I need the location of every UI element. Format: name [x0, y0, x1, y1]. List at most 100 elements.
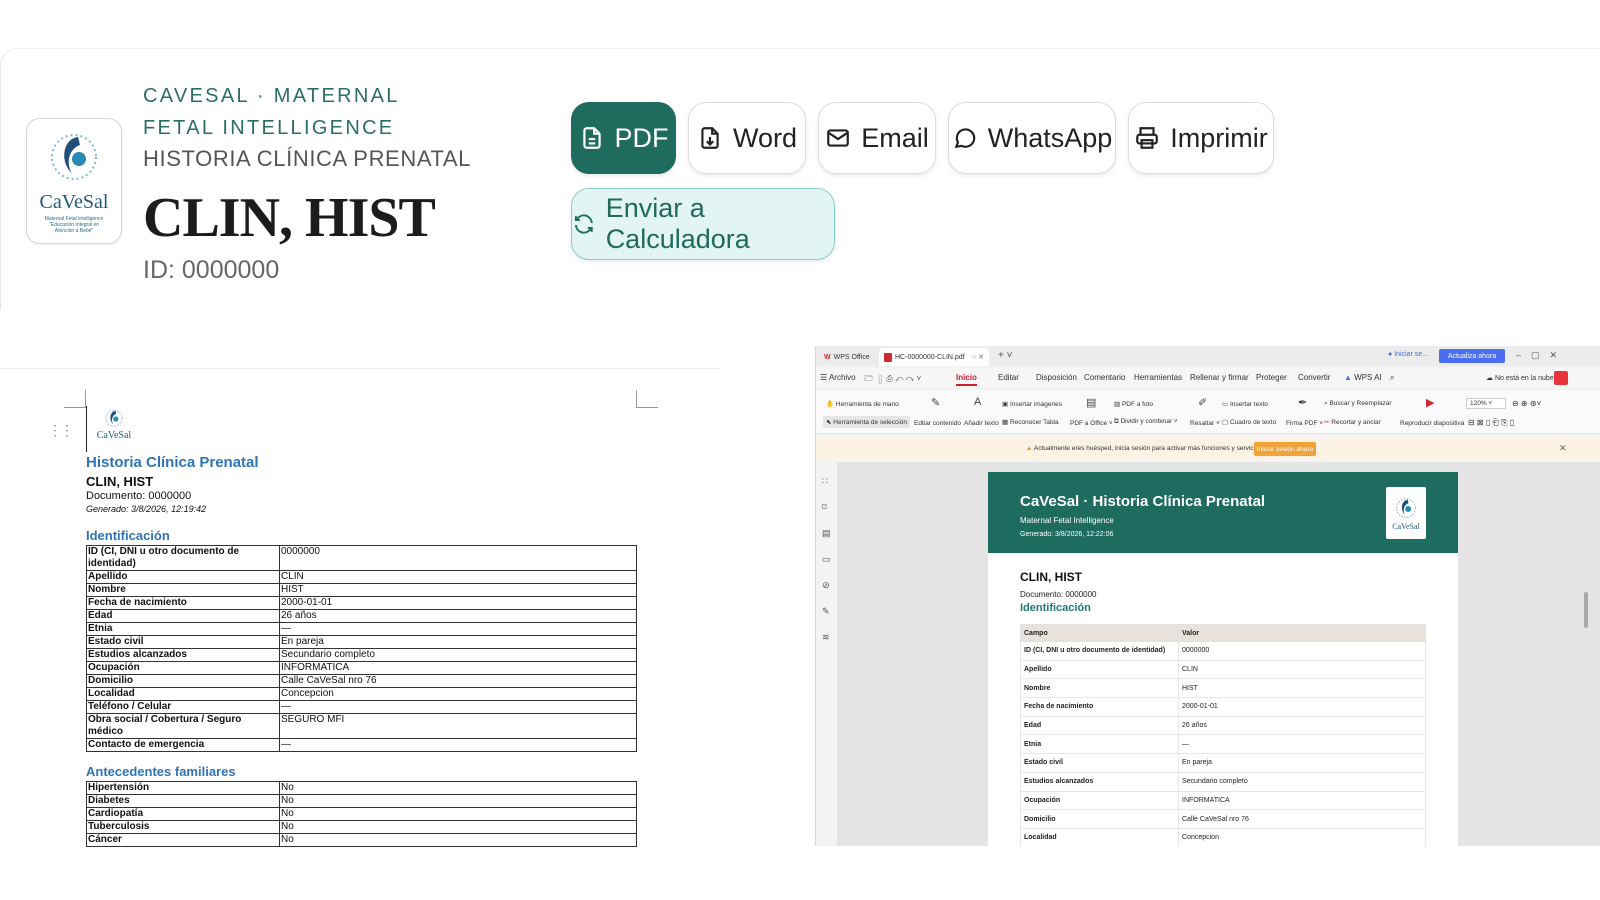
menu-inicio[interactable]: Inicio	[956, 373, 977, 386]
pdf-file-tab[interactable]: HC-0000000-CLIN.pdf ○ ✕	[879, 348, 989, 366]
export-pdf-button[interactable]: PDF	[571, 102, 676, 174]
zoom-controls[interactable]: ⊖ ⊕ ⊛˅	[1512, 399, 1541, 408]
add-text-icon: A	[974, 396, 982, 408]
wps-menu-bar: ☰ Archivo 🗁 ▯ ⎙ ↶ ↷ ˅ Inicio Editar Disp…	[816, 368, 1600, 388]
highlight-button[interactable]: Resaltar ˅	[1190, 420, 1220, 427]
drag-handle-icon[interactable]: ⋮⋮	[48, 422, 74, 439]
doc-patient-name: CLIN, HIST	[86, 474, 154, 489]
field-value: 0000000	[1178, 641, 1426, 661]
guest-notice-text: ▲ Actualmente eres huésped, inicia sesió…	[1026, 445, 1264, 452]
hand-tool[interactable]: ✋ Herramienta de mano	[826, 400, 899, 408]
close-tab-icon[interactable]: ○ ✕	[972, 353, 984, 361]
crop-cut-button[interactable]: ✂ Recortar y anclar	[1324, 418, 1381, 426]
field-label: Teléfono / Celular	[86, 700, 280, 714]
table-row: Cáncer No	[86, 833, 637, 847]
pdf-canvas[interactable]: CaVeSal · Historia Clínica Prenatal Mate…	[838, 462, 1600, 846]
wps-office-tab[interactable]: W WPS Office	[819, 348, 875, 366]
menu-wps-ai[interactable]: ▲ WPS AI	[1344, 373, 1382, 382]
window-controls[interactable]: –▢✕	[1516, 350, 1567, 361]
field-label: Edad	[86, 609, 280, 623]
word-document-preview: ⋮⋮ CaVeSal Historia Clínica Prenatal CLI…	[0, 362, 720, 900]
insert-text-button[interactable]: ▭ Insertar texto	[1222, 400, 1268, 408]
new-tab-icon[interactable]: + ˅	[998, 350, 1012, 361]
search-replace-button[interactable]: ⌕ Buscar y Reemplazar	[1324, 400, 1392, 408]
pdf-logo: CaVeSal	[1386, 487, 1426, 539]
pdf-to-office-button[interactable]: PDF a Office ˅	[1070, 420, 1113, 427]
patient-id: ID: 0000000	[143, 256, 280, 284]
table-row: ID (CI, DNI u otro documento de identida…	[86, 545, 637, 571]
mail-icon	[827, 129, 850, 147]
doc-antecedentes-table: Hipertensión No Diabetes No Cardiopatía No Tub…	[86, 781, 637, 847]
margin-corner-right	[636, 390, 658, 408]
attachment-icon[interactable]: ⊘	[822, 580, 830, 591]
quick-access-icons[interactable]: 🗁 ▯ ⎙ ↶ ↷ ˅	[864, 373, 921, 387]
thumbnails-icon[interactable]: ∷	[822, 476, 828, 487]
table-row: Diabetes No	[86, 794, 637, 808]
sign-pdf-button[interactable]: Firma PDF ˅	[1286, 420, 1323, 427]
add-text-button[interactable]: Añadir texto	[964, 420, 999, 427]
recognize-table-label: Reconocer Tabla	[1009, 419, 1059, 426]
pdf-to-photo-button[interactable]: ▨ PDF a foto	[1114, 400, 1153, 408]
send-to-calculator-button[interactable]: Enviar a Calculadora	[571, 188, 835, 260]
mother-baby-logo-icon	[105, 409, 123, 427]
field-label: Domicilio	[1020, 809, 1179, 829]
menu-comentario[interactable]: Comentario	[1084, 373, 1125, 382]
selection-tool[interactable]: ⬉ Herramienta de selección	[823, 416, 910, 428]
doc-title: Historia Clínica Prenatal	[86, 454, 259, 471]
send-whatsapp-button[interactable]: WhatsApp	[948, 102, 1116, 174]
search-icon[interactable]: ⌕	[1390, 373, 1394, 383]
comment-icon[interactable]: ▭	[822, 554, 831, 565]
menu-herramientas[interactable]: Herramientas	[1134, 373, 1182, 382]
table-row: Hipertensión No	[86, 781, 637, 795]
field-label: Cáncer	[86, 833, 280, 847]
insert-images-label: Insertar imágenes	[1009, 401, 1062, 408]
insert-images-button[interactable]: ▣ Insertar imágenes	[1002, 400, 1062, 408]
field-value: Concepcion	[279, 687, 637, 701]
file-export-icon	[701, 127, 719, 149]
field-label: Hipertensión	[86, 781, 280, 795]
share-icon[interactable]	[1554, 371, 1568, 385]
menu-proteger[interactable]: Proteger	[1256, 373, 1287, 382]
menu-convertir[interactable]: Convertir	[1298, 373, 1330, 382]
split-merge-button[interactable]: ⧉ Dividir y combinar ˅	[1114, 418, 1178, 426]
field-value: INFORMATICA	[1178, 790, 1426, 811]
menu-rellenar-firmar[interactable]: Rellenar y firmar	[1190, 373, 1249, 382]
zoom-select[interactable]: 120% ˅	[1466, 398, 1506, 409]
export-word-button[interactable]: Word	[688, 102, 806, 174]
table-row: Contacto de emergencia —	[86, 738, 637, 752]
menu-editar[interactable]: Editar	[998, 373, 1019, 382]
close-notice-icon[interactable]: ✕	[1559, 443, 1567, 454]
field-value: Calle CaVeSal nro 76	[279, 674, 637, 688]
login-now-button[interactable]: Iniciar sesión ahora	[1254, 442, 1316, 456]
cloud-status[interactable]: ☁ No está en la nube	[1486, 374, 1554, 382]
table-row: Domicilio Calle CaVeSal nro 76	[1020, 809, 1426, 829]
recognize-table-button[interactable]: ▦ Reconocer Tabla	[1002, 418, 1059, 426]
field-label: Ocupación	[86, 661, 280, 675]
signature-icon[interactable]: ✎	[822, 606, 830, 617]
mother-baby-logo-icon	[51, 133, 97, 180]
bookmark-icon[interactable]: ⌑	[822, 502, 827, 513]
vertical-scrollbar[interactable]	[1584, 592, 1588, 628]
login-link[interactable]: ● Iniciar se...	[1388, 351, 1428, 358]
pdf-identificacion-table: Campo Valor ID (CI, DNI u otro documento…	[1020, 624, 1426, 846]
table-row: Apellido CLIN	[1020, 659, 1426, 680]
send-email-button[interactable]: Email	[818, 102, 936, 174]
login-label: Iniciar se...	[1394, 351, 1429, 358]
pages-icon[interactable]: ▤	[822, 528, 831, 539]
field-label: ID (CI, DNI u otro documento de identida…	[1020, 641, 1179, 661]
table-row: Fecha de nacimiento 2000-01-01	[86, 596, 637, 610]
play-slides-button[interactable]: Reproducir diapositiva	[1400, 420, 1464, 427]
send-whatsapp-label: WhatsApp	[987, 122, 1113, 153]
layers-icon[interactable]: ≋	[822, 632, 830, 643]
pdf-generated-timestamp: Generado: 3/8/2026, 12:22:06	[1020, 531, 1114, 538]
menu-disposicion[interactable]: Disposición	[1036, 373, 1077, 382]
print-button[interactable]: Imprimir	[1128, 102, 1274, 174]
text-box-button[interactable]: ▢ Cuadro de texto	[1222, 418, 1276, 426]
field-value: —	[279, 622, 637, 636]
split-merge-label: Dividir y combinar	[1120, 418, 1173, 425]
menu-archivo[interactable]: ☰ Archivo	[820, 373, 856, 382]
field-label: ID (CI, DNI u otro documento de identida…	[86, 545, 280, 571]
upgrade-button[interactable]: Actualiza ahora	[1439, 349, 1505, 363]
view-controls[interactable]: ⊟ ⊠ ▯ ⎗ ⎘ ▯	[1468, 418, 1514, 428]
edit-content-button[interactable]: Editar contenido	[914, 420, 961, 427]
